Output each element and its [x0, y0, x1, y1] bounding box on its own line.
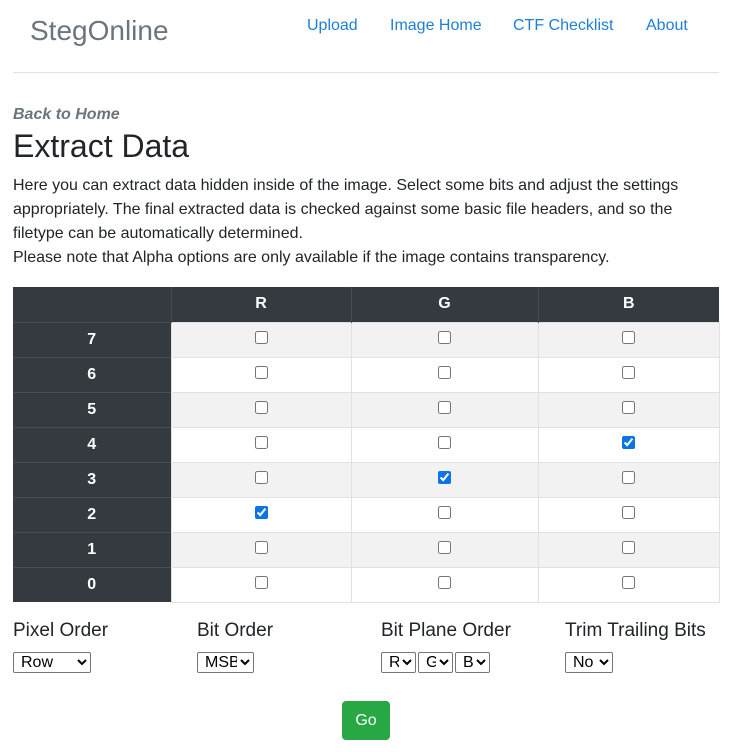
bit-7-g-checkbox[interactable] — [438, 330, 451, 344]
bit-label: 0 — [13, 566, 171, 602]
bit-2-b-checkbox[interactable] — [622, 505, 635, 519]
bit-7-r-checkbox[interactable] — [254, 330, 268, 344]
bit-cell-b — [537, 496, 720, 533]
trim-trailing-bits-group: Trim Trailing Bits No — [565, 620, 706, 673]
table-row: 2 — [13, 496, 720, 533]
bit-order-label: Bit Order — [197, 620, 274, 641]
bit-plane-order-group: Bit Plane Order R G B — [381, 620, 511, 673]
bit-plane-order-select-1[interactable]: R — [381, 652, 416, 673]
nav-ctf-checklist[interactable]: CTF Checklist — [513, 17, 613, 35]
nav-about[interactable]: About — [646, 17, 688, 35]
bit-2-r-checkbox[interactable] — [254, 505, 268, 519]
back-to-home-link[interactable]: Back to Home — [13, 106, 120, 124]
bit-5-r-checkbox[interactable] — [254, 400, 268, 414]
table-header-row: R G B — [13, 287, 719, 322]
bit-4-r-checkbox[interactable] — [254, 435, 268, 449]
bit-cell-g — [350, 356, 539, 393]
bit-plane-order-select-3[interactable]: B — [455, 652, 490, 673]
bit-label: 4 — [13, 426, 171, 462]
table-row: 4 — [13, 426, 720, 463]
description-note: Please note that Alpha options are only … — [13, 249, 610, 266]
bit-1-g-checkbox[interactable] — [438, 540, 451, 554]
bit-order-select[interactable]: MSB — [197, 652, 254, 673]
bit-5-b-checkbox[interactable] — [622, 400, 635, 414]
bit-label: 2 — [13, 496, 171, 532]
top-nav: Upload Image Home CTF Checklist About — [0, 17, 755, 39]
column-header-r: R — [170, 287, 351, 322]
bit-label: 5 — [13, 391, 171, 427]
table-row: 5 — [13, 391, 720, 428]
header-divider — [13, 72, 719, 73]
table-row: 6 — [13, 356, 720, 393]
bit-cell-g — [350, 321, 539, 358]
page-description: Here you can extract data hidden inside … — [13, 174, 719, 270]
bit-plane-order-select-2[interactable]: G — [418, 652, 453, 673]
table-row: 1 — [13, 531, 720, 568]
bit-cell-g — [350, 531, 539, 568]
pixel-order-select[interactable]: Row — [13, 652, 91, 673]
trim-trailing-bits-label: Trim Trailing Bits — [565, 620, 706, 641]
bit-cell-g — [350, 496, 539, 533]
bit-cell-r — [170, 391, 352, 428]
column-header-b: B — [537, 287, 719, 322]
bit-0-g-checkbox[interactable] — [438, 575, 451, 589]
pixel-order-label: Pixel Order — [13, 620, 109, 641]
pixel-order-group: Pixel Order Row — [13, 620, 108, 673]
bit-cell-r — [170, 496, 352, 533]
table-row: 7 — [13, 321, 720, 358]
nav-image-home[interactable]: Image Home — [390, 17, 482, 35]
bit-cell-g — [350, 461, 539, 498]
bit-1-b-checkbox[interactable] — [622, 540, 635, 554]
trim-trailing-bits-select[interactable]: No — [565, 652, 613, 673]
bit-4-g-checkbox[interactable] — [438, 435, 451, 449]
bit-cell-r — [170, 461, 352, 498]
bit-cell-g — [350, 566, 539, 603]
bit-label: 7 — [13, 321, 171, 357]
bit-0-r-checkbox[interactable] — [254, 575, 268, 589]
bit-cell-b — [537, 566, 720, 603]
bit-3-b-checkbox[interactable] — [622, 470, 635, 484]
bit-cell-b — [537, 356, 720, 393]
bit-cell-r — [170, 356, 352, 393]
page-title: Extract Data — [13, 128, 190, 164]
go-button[interactable]: Go — [342, 701, 390, 740]
bit-cell-b — [537, 391, 720, 428]
bit-6-r-checkbox[interactable] — [254, 365, 268, 379]
bit-cell-b — [537, 461, 720, 498]
bit-1-r-checkbox[interactable] — [254, 540, 268, 554]
bit-cell-g — [350, 426, 539, 463]
bit-cell-b — [537, 321, 720, 358]
description-paragraph: Here you can extract data hidden inside … — [13, 177, 679, 242]
bit-selection-table: R G B 76543210 — [13, 287, 720, 603]
bit-3-r-checkbox[interactable] — [254, 470, 268, 484]
bit-cell-r — [170, 531, 352, 568]
bit-plane-order-label: Bit Plane Order — [381, 620, 511, 641]
bit-label: 3 — [13, 461, 171, 497]
bit-cell-r — [170, 426, 352, 463]
bit-2-g-checkbox[interactable] — [438, 505, 451, 519]
bit-5-g-checkbox[interactable] — [438, 400, 451, 414]
bit-cell-g — [350, 391, 539, 428]
table-row: 0 — [13, 566, 720, 603]
bit-6-b-checkbox[interactable] — [622, 365, 635, 379]
bit-0-b-checkbox[interactable] — [622, 575, 635, 589]
column-header-bit — [13, 287, 171, 322]
bit-cell-b — [537, 426, 720, 463]
bit-4-b-checkbox[interactable] — [622, 435, 635, 449]
bit-cell-r — [170, 566, 352, 603]
column-header-g: G — [350, 287, 538, 322]
bit-label: 1 — [13, 531, 171, 567]
bit-7-b-checkbox[interactable] — [622, 330, 635, 344]
bit-cell-b — [537, 531, 720, 568]
bit-order-group: Bit Order MSB — [197, 620, 273, 673]
bit-cell-r — [170, 321, 352, 358]
nav-upload[interactable]: Upload — [307, 17, 358, 35]
bit-3-g-checkbox[interactable] — [438, 470, 451, 484]
bit-6-g-checkbox[interactable] — [438, 365, 451, 379]
bit-label: 6 — [13, 356, 171, 392]
table-row: 3 — [13, 461, 720, 498]
page: StegOnline Upload Image Home CTF Checkli… — [0, 0, 755, 752]
